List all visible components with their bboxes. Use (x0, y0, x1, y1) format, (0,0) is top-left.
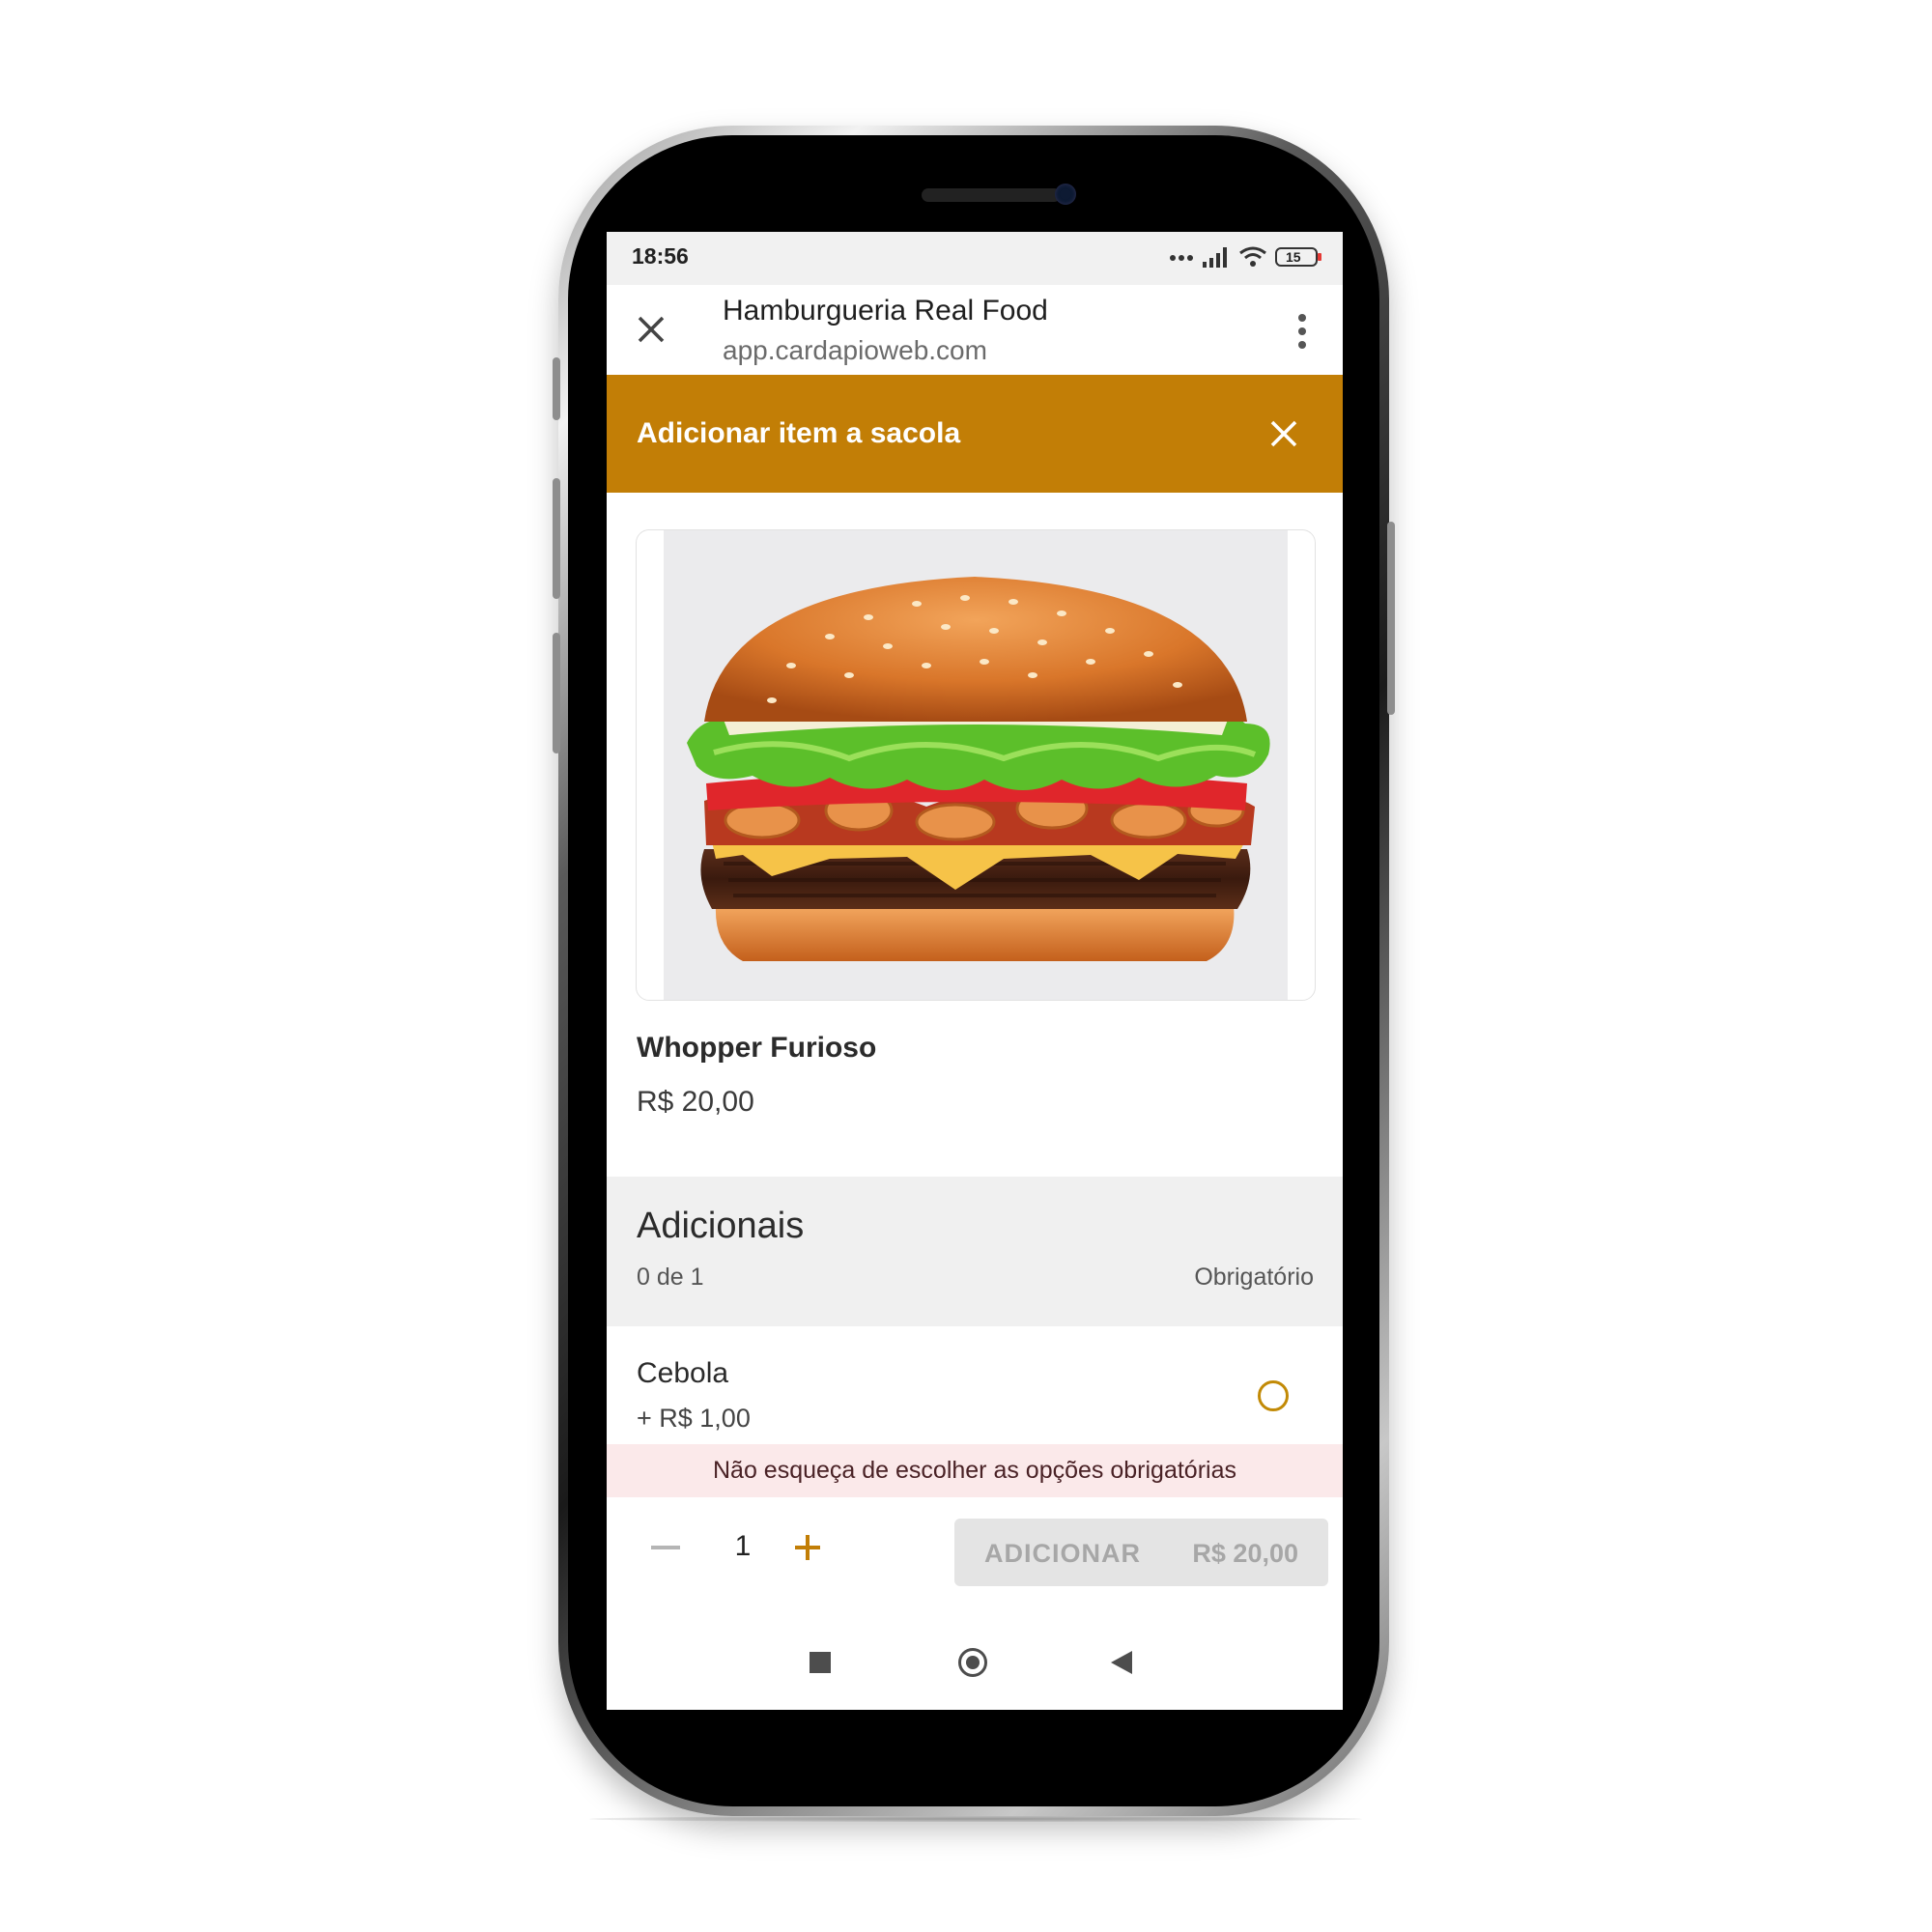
option-price: + R$ 1,00 (637, 1404, 751, 1433)
option-name: Cebola (637, 1357, 729, 1389)
product-name: Whopper Furioso (637, 1032, 877, 1064)
status-time: 18:56 (632, 243, 689, 269)
phone-shadow (589, 1816, 1362, 1822)
battery-level: 15 (1286, 249, 1301, 265)
addons-required-badge: Obrigatório (1194, 1264, 1314, 1291)
addons-group-header: Adicionais 0 de 1 Obrigatório (607, 1177, 1343, 1326)
status-bar: 18:56 15 (607, 232, 1343, 285)
recent-apps-icon[interactable] (810, 1652, 831, 1673)
back-icon[interactable] (1111, 1651, 1132, 1674)
order-bar: 1 ADICIONAR R$ 20,00 (607, 1497, 1343, 1616)
minus-icon[interactable] (651, 1546, 680, 1549)
signal-icon (1203, 247, 1227, 268)
wifi-icon (1239, 246, 1266, 267)
product-price: R$ 20,00 (637, 1086, 754, 1118)
addon-option-cebola[interactable]: Cebola + R$ 1,00 (607, 1326, 1343, 1444)
browser-toolbar: Hamburgueria Real Food app.cardapioweb.c… (607, 285, 1343, 376)
modal-title: Adicionar item a sacola (637, 417, 961, 449)
browser-url[interactable]: app.cardapioweb.com (723, 335, 987, 366)
quantity-value: 1 (734, 1530, 752, 1562)
addons-group-count: 0 de 1 (637, 1264, 704, 1291)
home-icon[interactable] (958, 1648, 987, 1677)
browser-title: Hamburgueria Real Food (723, 295, 1048, 327)
system-nav-bar (607, 1615, 1343, 1710)
addons-group-title: Adicionais (637, 1206, 805, 1246)
option-radio-button[interactable] (1258, 1380, 1289, 1411)
volume-down-button (553, 633, 560, 753)
power-button (1387, 522, 1395, 715)
more-vert-icon[interactable] (1296, 312, 1308, 351)
close-icon[interactable] (1267, 417, 1300, 450)
add-to-bag-button[interactable]: ADICIONAR R$ 20,00 (954, 1519, 1328, 1586)
volume-up-button (553, 478, 560, 599)
modal-header: Adicionar item a sacola (607, 375, 1343, 493)
phone-screen: 18:56 15 Hamburgueria Real Food app.card… (607, 232, 1343, 1710)
add-button-price: R$ 20,00 (1192, 1539, 1298, 1568)
add-button-label: ADICIONAR (984, 1539, 1141, 1568)
mute-switch (553, 357, 560, 420)
close-icon[interactable] (634, 312, 668, 347)
plus-icon[interactable] (792, 1532, 823, 1563)
earpiece (922, 188, 1061, 202)
required-options-warning: Não esqueça de escolher as opções obriga… (607, 1444, 1343, 1497)
dots-icon (1170, 255, 1193, 261)
product-image-card (636, 529, 1316, 1001)
burger-photo (687, 577, 1270, 961)
battery-icon: 15 (1275, 247, 1321, 267)
status-icons: 15 (1169, 242, 1321, 271)
front-camera (1055, 184, 1076, 205)
